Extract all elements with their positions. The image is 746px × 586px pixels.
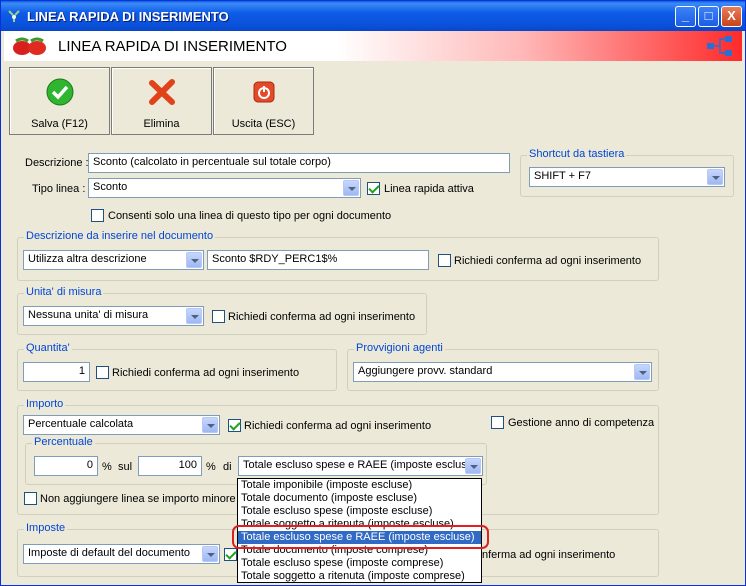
imposte-confirm-checkbox[interactable] bbox=[224, 548, 237, 561]
consenti-checkbox[interactable] bbox=[91, 209, 104, 222]
descrizione-doc-confirm-label: Richiedi conferma ad ogni inserimento bbox=[454, 255, 642, 267]
dropdown-option[interactable]: Totale soggetto a ritenuta (imposte comp… bbox=[238, 570, 481, 583]
unita-confirm-checkbox[interactable] bbox=[212, 310, 225, 323]
save-button[interactable]: Salva (F12) bbox=[9, 67, 110, 135]
save-label: Salva (F12) bbox=[31, 118, 88, 130]
dropdown-option[interactable]: Totale escluso spese (imposte escluse) bbox=[238, 505, 481, 518]
descrizione-doc-confirm-checkbox[interactable] bbox=[438, 254, 451, 267]
shortcut-select[interactable]: SHIFT + F7 bbox=[529, 167, 725, 187]
no-add-checkbox[interactable] bbox=[24, 492, 37, 505]
descrizione-doc-group: Descrizione da inserire nel documento Ut… bbox=[17, 230, 659, 281]
unita-value: Nessuna unita' di misura bbox=[28, 309, 149, 321]
provvigioni-select[interactable]: Aggiungere provv. standard bbox=[353, 362, 652, 382]
dropdown-option[interactable]: Totale escluso spese (imposte comprese) bbox=[238, 557, 481, 570]
imposte-confirm-label: nferma ad ogni inserimento bbox=[482, 549, 616, 561]
delete-label: Elimina bbox=[143, 118, 180, 130]
tipo-linea-label: Tipo linea : bbox=[32, 183, 86, 195]
imposte-value: Imposte di default del documento bbox=[28, 547, 191, 559]
network-icon[interactable] bbox=[706, 35, 734, 57]
di-label: di bbox=[223, 461, 232, 473]
minimize-button[interactable]: _ bbox=[675, 6, 696, 27]
window-title: LINEA RAPIDA DI INSERIMENTO bbox=[27, 9, 229, 24]
chevron-down-icon[interactable] bbox=[186, 252, 202, 268]
title-bar[interactable]: LINEA RAPIDA DI INSERIMENTO _ □ X bbox=[1, 1, 745, 31]
base-total-select[interactable]: Totale escluso spese e RAEE (imposte esc… bbox=[238, 456, 483, 476]
importo-value: Percentuale calcolata bbox=[28, 418, 134, 430]
anno-competenza-checkbox[interactable] bbox=[491, 416, 504, 429]
highlight-annotation-ring bbox=[232, 525, 489, 549]
chevron-down-icon[interactable] bbox=[465, 458, 481, 474]
unita-group: Unita' di misura Nessuna unita' di misur… bbox=[17, 286, 427, 335]
sul-label: sul bbox=[118, 461, 133, 473]
provvigioni-value: Aggiungere provv. standard bbox=[358, 365, 493, 377]
imposte-select[interactable]: Imposte di default del documento bbox=[23, 544, 220, 564]
importo-legend: Importo bbox=[24, 398, 66, 410]
percentuale-legend: Percentuale bbox=[32, 436, 95, 448]
exit-label: Uscita (ESC) bbox=[231, 118, 296, 130]
dropdown-option[interactable]: Totale documento (imposte escluse) bbox=[238, 492, 481, 505]
descrizione-doc-input[interactable]: Sconto $RDY_PERC1$% bbox=[207, 250, 429, 270]
base-percent-input[interactable]: 100 bbox=[138, 456, 202, 476]
shortcut-group: Shortcut da tastiera SHIFT + F7 bbox=[520, 148, 734, 197]
tipo-linea-select[interactable]: Sconto bbox=[88, 178, 361, 198]
descrizione-doc-legend: Descrizione da inserire nel documento bbox=[24, 230, 216, 242]
importo-confirm-checkbox[interactable] bbox=[228, 419, 241, 432]
quantita-legend: Quantita' bbox=[24, 342, 72, 354]
provvigioni-group: Provvigioni agenti Aggiungere provv. sta… bbox=[347, 342, 659, 391]
delete-x-icon bbox=[149, 79, 175, 105]
descrizione-doc-select[interactable]: Utilizza altra descrizione bbox=[23, 250, 204, 270]
chevron-down-icon[interactable] bbox=[634, 364, 650, 380]
shortcut-value: SHIFT + F7 bbox=[534, 170, 591, 182]
quantita-confirm-checkbox[interactable] bbox=[96, 366, 109, 379]
unita-legend: Unita' di misura bbox=[24, 286, 104, 298]
chevron-down-icon[interactable] bbox=[343, 180, 359, 196]
quantita-input[interactable]: 1 bbox=[23, 362, 90, 382]
dropdown-option[interactable]: Totale imponibile (imposte escluse) bbox=[238, 479, 481, 492]
base-total-value: Totale escluso spese e RAEE (imposte esc… bbox=[243, 459, 477, 471]
power-icon bbox=[253, 81, 275, 103]
header-title: LINEA RAPIDA DI INSERIMENTO bbox=[58, 38, 287, 55]
chevron-down-icon[interactable] bbox=[202, 417, 218, 433]
importo-select[interactable]: Percentuale calcolata bbox=[23, 415, 220, 435]
check-icon bbox=[46, 78, 74, 106]
header-banner: LINEA RAPIDA DI INSERIMENTO bbox=[4, 31, 742, 61]
descrizione-input[interactable]: Sconto (calcolato in percentuale sul tot… bbox=[88, 153, 510, 173]
shortcut-legend: Shortcut da tastiera bbox=[527, 148, 627, 160]
no-add-label: Non aggiungere linea se importo minore o bbox=[40, 493, 245, 505]
exit-button[interactable]: Uscita (ESC) bbox=[213, 67, 314, 135]
percent-sign-1: % bbox=[102, 461, 112, 473]
delete-button[interactable]: Elimina bbox=[111, 67, 212, 135]
linea-attiva-label: Linea rapida attiva bbox=[384, 183, 474, 195]
app-icon bbox=[8, 10, 20, 22]
percent-sign-2: % bbox=[206, 461, 216, 473]
consenti-label: Consenti solo una linea di questo tipo p… bbox=[108, 210, 392, 222]
percentuale-input[interactable]: 0 bbox=[34, 456, 98, 476]
provvigioni-legend: Provvigioni agenti bbox=[354, 342, 445, 354]
anno-competenza-label: Gestione anno di competenza bbox=[508, 417, 655, 429]
linea-attiva-checkbox[interactable] bbox=[367, 182, 380, 195]
imposte-legend: Imposte bbox=[24, 522, 68, 534]
quantita-group: Quantita' 1 Richiedi conferma ad ogni in… bbox=[17, 342, 337, 391]
importo-confirm-label: Richiedi conferma ad ogni inserimento bbox=[244, 420, 432, 432]
chevron-down-icon[interactable] bbox=[186, 308, 202, 324]
chevron-down-icon[interactable] bbox=[707, 169, 723, 185]
chevron-down-icon[interactable] bbox=[202, 546, 218, 562]
tipo-linea-value: Sconto bbox=[93, 181, 128, 193]
descrizione-doc-select-value: Utilizza altra descrizione bbox=[28, 253, 147, 265]
close-button[interactable]: X bbox=[721, 6, 742, 27]
descrizione-label: Descrizione : bbox=[25, 157, 89, 169]
quantita-confirm-label: Richiedi conferma ad ogni inserimento bbox=[112, 367, 300, 379]
toolbar: Salva (F12) Elimina Uscita (ESC) bbox=[9, 67, 314, 135]
unita-confirm-label: Richiedi conferma ad ogni inserimento bbox=[228, 311, 416, 323]
maximize-button[interactable]: □ bbox=[698, 6, 719, 27]
main-window: LINEA RAPIDA DI INSERIMENTO _ □ X LINEA … bbox=[0, 0, 746, 586]
unita-select[interactable]: Nessuna unita' di misura bbox=[23, 306, 204, 326]
strawberry-icon bbox=[13, 37, 46, 55]
